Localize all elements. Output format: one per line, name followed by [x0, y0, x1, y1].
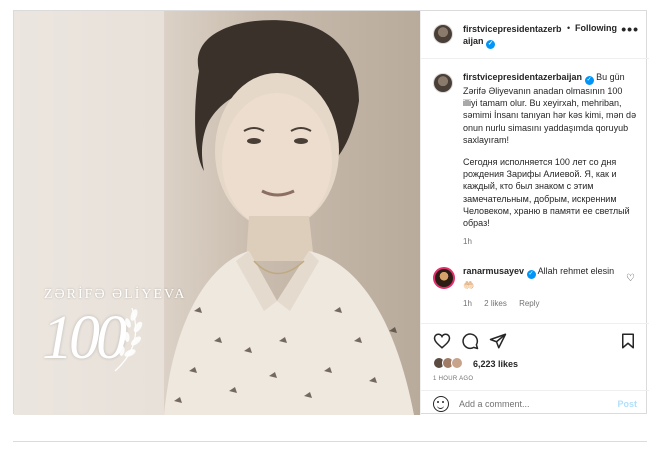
comment-text: ranarmusayev ✓ Allah rehmet elesin 🤲🏻: [463, 265, 639, 291]
emoji-icon[interactable]: [433, 396, 449, 412]
comment-like-icon[interactable]: ♡: [626, 273, 635, 284]
commenter-avatar[interactable]: [433, 267, 455, 289]
comment-item: ranarmusayev ✓ Allah rehmet elesin 🤲🏻 ♡ …: [433, 265, 639, 308]
comment-time[interactable]: 1h: [463, 299, 472, 308]
post-sidebar: firstvicepresidentazerbaijan ✓ • Followi…: [420, 11, 649, 415]
post-comment-button[interactable]: Post: [617, 399, 637, 409]
verified-icon: ✓: [584, 76, 594, 85]
post-image[interactable]: ZƏRİFƏ ƏLİYEVA 100: [14, 11, 420, 415]
comment-icon[interactable]: [461, 332, 479, 350]
post-header: firstvicepresidentazerbaijan ✓ • Followi…: [421, 11, 649, 59]
comments-section: firstvicepresidentazerbaijan ✓ Bu gün Zə…: [421, 59, 649, 323]
author-username-header[interactable]: firstvicepresidentazerbaijan ✓: [463, 23, 563, 49]
caption-text-ru: Сегодня исполняется 100 лет со дня рожде…: [463, 157, 630, 229]
caption-text: firstvicepresidentazerbaijan ✓ Bu gün Zə…: [463, 71, 639, 229]
liker-avatar: [451, 357, 463, 369]
author-username[interactable]: firstvicepresidentazerbaijan: [463, 24, 562, 46]
commenter-username[interactable]: ranarmusayev: [463, 266, 524, 276]
add-comment-bar: Post: [421, 390, 649, 416]
caption-avatar[interactable]: [433, 73, 453, 93]
author-avatar[interactable]: [433, 24, 453, 44]
verified-icon: ✓: [526, 270, 536, 279]
comment-likes[interactable]: 2 likes: [484, 299, 507, 308]
post-actions: 6,223 likes 1 HOUR AGO Post: [421, 323, 649, 415]
post-timestamp[interactable]: 1 HOUR AGO: [433, 376, 473, 382]
caption-time[interactable]: 1h: [463, 237, 472, 246]
following-button[interactable]: Following: [575, 23, 617, 33]
comment-meta: 1h 2 likes Reply: [463, 299, 639, 308]
share-icon[interactable]: [489, 332, 507, 350]
caption-text-az: Bu gün Zərifə Əliyevanın anadan olmasını…: [463, 72, 637, 145]
verified-icon: ✓: [486, 40, 496, 49]
divider: [13, 441, 647, 442]
separator-dot: •: [567, 23, 571, 33]
comment-input[interactable]: [459, 396, 609, 412]
likes-count[interactable]: 6,223 likes: [473, 359, 518, 369]
bookmark-icon[interactable]: [619, 332, 637, 350]
image-caption-name: ZƏRİFƏ ƏLİYEVA: [44, 287, 187, 302]
caption-meta: 1h: [463, 237, 639, 246]
reply-button[interactable]: Reply: [519, 299, 539, 308]
instagram-post: ZƏRİFƏ ƏLİYEVA 100 firstvicepresidentaze…: [13, 10, 649, 415]
more-icon[interactable]: •••: [621, 21, 639, 37]
heart-icon[interactable]: [433, 332, 451, 350]
laurel-icon: [114, 307, 143, 372]
caption-username[interactable]: firstvicepresidentazerbaijan: [463, 72, 582, 82]
post-caption: firstvicepresidentazerbaijan ✓ Bu gün Zə…: [433, 71, 639, 246]
